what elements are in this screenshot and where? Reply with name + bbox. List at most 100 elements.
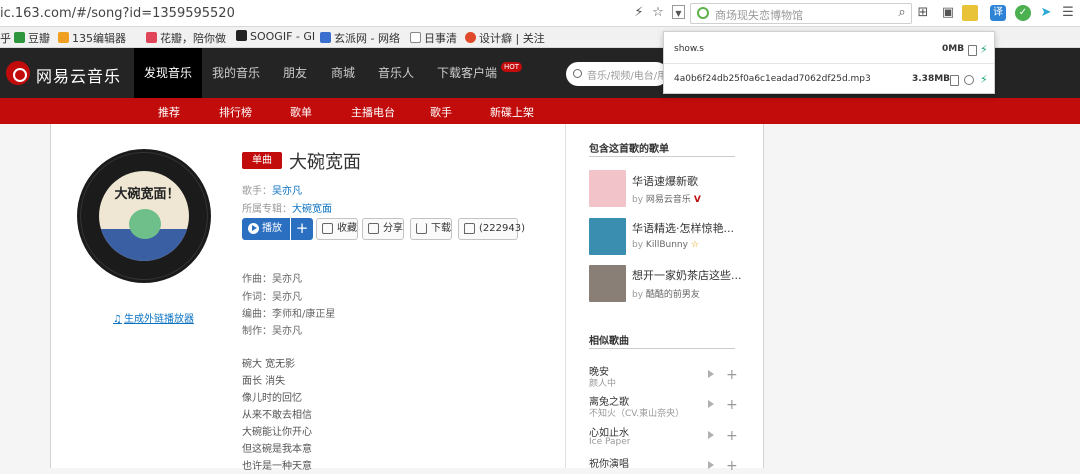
- star-badge-icon: ☆: [690, 240, 699, 250]
- playlist-author-link[interactable]: 网易云音乐: [646, 195, 691, 205]
- star-icon[interactable]: ☆: [650, 5, 666, 21]
- nav-mall[interactable]: 商城: [324, 48, 362, 98]
- browser-search-text: 商场现失恋博物馆: [715, 9, 803, 22]
- playlist-title[interactable]: 想开一家奶茶店这些...: [632, 267, 742, 283]
- nav-musicians[interactable]: 音乐人: [372, 48, 420, 98]
- download-button[interactable]: 下载: [410, 218, 452, 240]
- lyric-line: 像儿时的回忆: [242, 393, 302, 404]
- nav-download-client[interactable]: 下载客户端: [432, 48, 502, 98]
- bookmark-item[interactable]: 设计癖 | 关注: [465, 30, 545, 46]
- credit-lyricist: 作词：吴亦凡: [242, 292, 302, 303]
- download-item[interactable]: show.s 0MB ⚡: [664, 34, 994, 64]
- menu-icon[interactable]: ☰: [1060, 5, 1076, 21]
- playlist-author-link[interactable]: 酷酷的前男友: [646, 290, 700, 300]
- subnav-new-albums[interactable]: 新碟上架: [490, 104, 534, 120]
- bookmark-item[interactable]: SOOGIF - GI: [236, 30, 315, 43]
- send-icon[interactable]: ➤: [1038, 5, 1054, 21]
- lyric-line: 但这碗是我本意: [242, 444, 312, 455]
- singer-link[interactable]: 吴亦凡: [272, 186, 302, 197]
- logo-disc-icon: [6, 61, 30, 85]
- wechat-icon[interactable]: ✓: [1015, 5, 1031, 21]
- bookmark-item[interactable]: 豆瓣: [14, 30, 50, 46]
- add-icon[interactable]: +: [726, 429, 738, 443]
- translate-icon[interactable]: 译: [990, 5, 1006, 21]
- play-button[interactable]: 播放: [242, 218, 290, 240]
- add-to-queue-button[interactable]: +: [291, 218, 313, 240]
- album-cover[interactable]: 大碗宽面！: [77, 149, 211, 283]
- download-item[interactable]: 4a0b6f24db25f0a6c1eadad7062df25d.mp3 3.3…: [664, 64, 994, 94]
- lyric-line: 碗大 宽无影: [242, 359, 296, 370]
- bookmark-item[interactable]: 玄派网 - 网络: [320, 30, 400, 46]
- playlist-author-line: by 网易云音乐 V: [632, 195, 701, 205]
- bookmark-item[interactable]: 日事清: [410, 30, 457, 46]
- search-engine-icon: [697, 7, 709, 19]
- lightning-icon[interactable]: ⚡: [631, 5, 647, 21]
- similar-songs-heading: 相似歌曲: [589, 336, 629, 347]
- credit-producer: 制作：吴亦凡: [242, 326, 302, 337]
- similar-song-artist[interactable]: 不知火（CV.東山奈央）: [589, 406, 684, 419]
- playlist-thumbnail[interactable]: [589, 265, 626, 302]
- music-note-icon: ♫: [113, 314, 122, 325]
- share-button[interactable]: 分享: [362, 218, 404, 240]
- subnav-artists[interactable]: 歌手: [430, 104, 452, 120]
- add-icon[interactable]: +: [726, 459, 738, 473]
- playlist-author-line: by 酷酷的前男友: [632, 290, 700, 300]
- subnav-playlists[interactable]: 歌单: [290, 104, 312, 120]
- bookmark-item[interactable]: 135编辑器: [58, 30, 126, 46]
- album-link[interactable]: 大碗宽面: [292, 204, 332, 215]
- playlist-thumbnail[interactable]: [589, 170, 626, 207]
- column-divider: [565, 124, 566, 468]
- bookmark-item[interactable]: 花瓣，陪你做: [146, 30, 226, 46]
- address-bar[interactable]: ic.163.com/#/song?id=1359595520: [0, 6, 235, 21]
- nav-friends[interactable]: 朋友: [276, 48, 314, 98]
- similar-song-artist[interactable]: Ice Paper: [589, 437, 631, 447]
- folder-plus-icon: [322, 223, 333, 234]
- screen-icon[interactable]: ▣: [940, 5, 956, 21]
- bookmark-item[interactable]: 乎: [0, 30, 11, 46]
- play-icon[interactable]: [708, 431, 714, 439]
- copy-icon[interactable]: [968, 45, 977, 56]
- huaban-icon: [146, 32, 157, 43]
- search-icon[interactable]: ⌕: [894, 5, 910, 21]
- dropdown-arrow-icon[interactable]: ▼: [672, 5, 685, 19]
- play-preview-icon[interactable]: [964, 75, 974, 85]
- heading-underline: [589, 348, 735, 349]
- collect-button[interactable]: 收藏: [316, 218, 358, 240]
- play-icon[interactable]: [708, 400, 714, 408]
- heading-underline: [589, 156, 735, 157]
- browser-toolbar: ic.163.com/#/song?id=1359595520 ⚡ ☆ ▼ 商场…: [0, 0, 1080, 27]
- subnav-charts[interactable]: 排行榜: [219, 104, 252, 120]
- playlist-author-link[interactable]: KillBunny: [646, 240, 688, 250]
- fast-download-icon[interactable]: ⚡: [980, 43, 988, 56]
- subnav-recommend[interactable]: 推荐: [158, 104, 180, 120]
- download-file-name: 4a0b6f24db25f0a6c1eadad7062df25d.mp3: [674, 74, 871, 84]
- xuanpai-icon: [320, 32, 331, 43]
- external-player-link[interactable]: ♫ 生成外链播放器: [113, 310, 194, 325]
- hot-badge: HOT: [501, 62, 523, 72]
- fast-download-icon[interactable]: ⚡: [980, 73, 988, 86]
- download-extension-icon[interactable]: [962, 5, 978, 21]
- playlist-title[interactable]: 华语精选·怎样惊艳...: [632, 220, 734, 236]
- cover-art: 大碗宽面！: [99, 171, 189, 261]
- download-icon: [416, 223, 427, 234]
- copy-icon[interactable]: [950, 75, 959, 86]
- similar-song-artist[interactable]: 颜人中: [589, 376, 616, 389]
- grid-icon[interactable]: ⊞: [915, 5, 931, 21]
- search-icon: [573, 69, 582, 78]
- comment-icon: [464, 223, 475, 234]
- credit-arranger: 编曲：李师和/康正星: [242, 309, 336, 320]
- add-icon[interactable]: +: [726, 398, 738, 412]
- nav-my-music[interactable]: 我的音乐: [206, 48, 266, 98]
- browser-search-box[interactable]: 商场现失恋博物馆: [690, 3, 912, 24]
- play-icon[interactable]: [708, 370, 714, 378]
- lyric-line: 从来不敢去相信: [242, 410, 312, 421]
- download-popup: show.s 0MB ⚡ 4a0b6f24db25f0a6c1eadad7062…: [663, 31, 995, 94]
- playlist-author-line: by KillBunny ☆: [632, 240, 699, 250]
- subnav-radio[interactable]: 主播电台: [351, 104, 395, 120]
- playlist-title[interactable]: 华语速爆新歌: [632, 173, 698, 189]
- add-icon[interactable]: +: [726, 368, 738, 382]
- comments-button[interactable]: (222943): [458, 218, 525, 240]
- nav-discover[interactable]: 发现音乐: [134, 48, 202, 98]
- site-search-input[interactable]: 音乐/视频/电台/用户: [566, 62, 677, 86]
- playlist-thumbnail[interactable]: [589, 218, 626, 255]
